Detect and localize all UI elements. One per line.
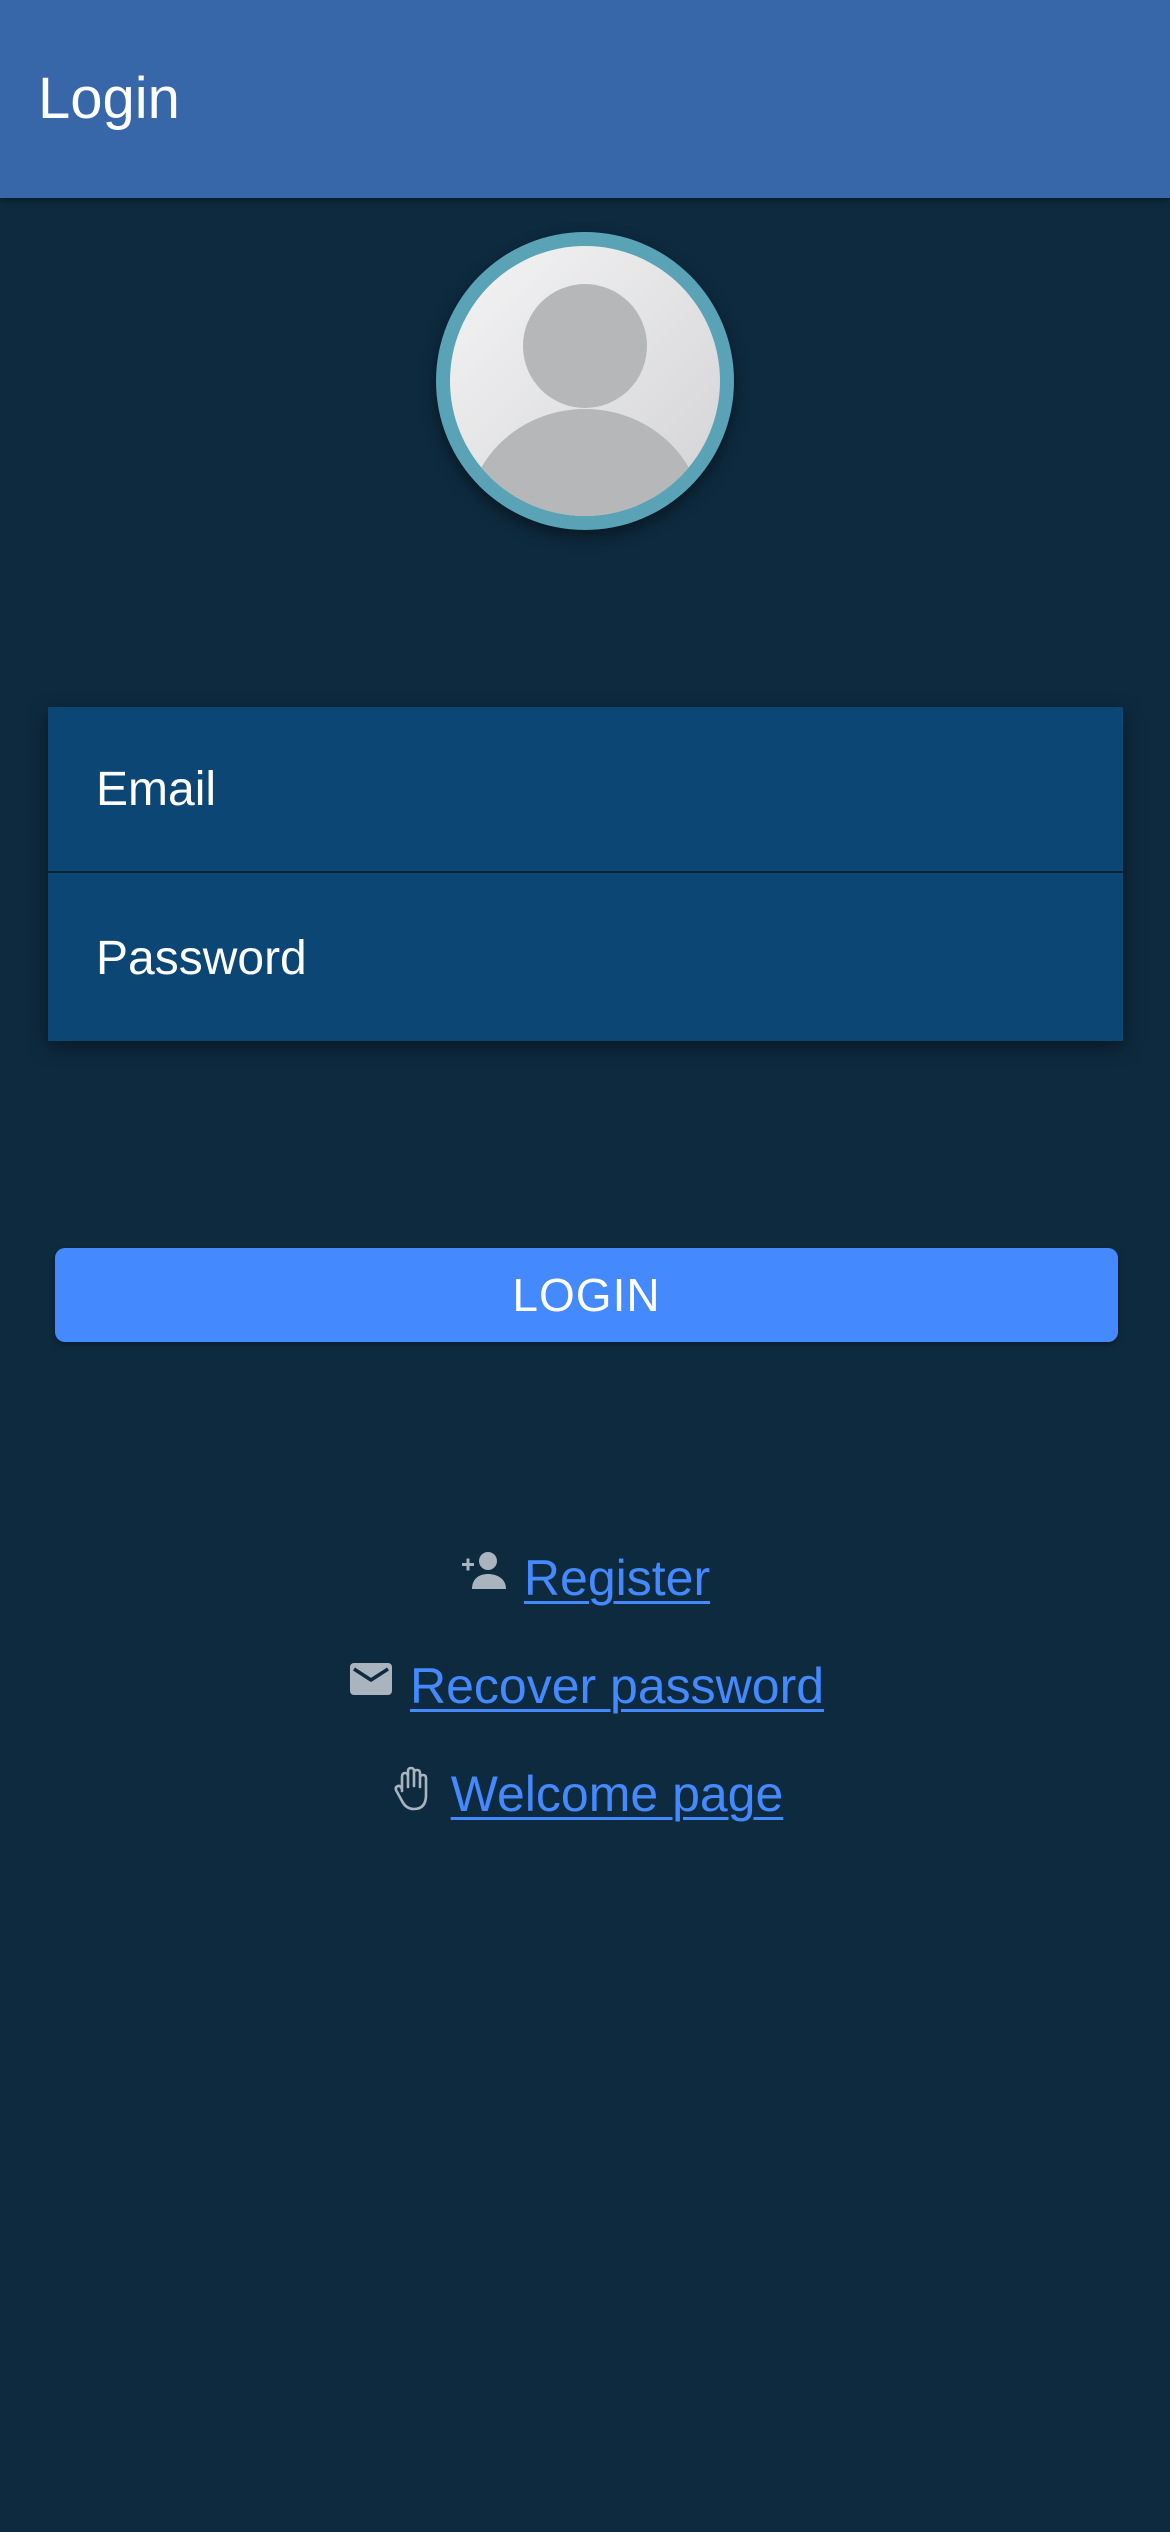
welcome-link-row: Welcome page	[0, 1756, 1170, 1832]
page-title: Login	[38, 66, 180, 131]
email-field-container	[48, 707, 1123, 873]
login-form	[48, 707, 1123, 1041]
app-bar: Login	[0, 0, 1170, 198]
recover-password-link[interactable]: Recover password	[346, 1657, 824, 1715]
recover-link-label: Recover password	[409, 1658, 825, 1714]
welcome-link-label: Welcome page	[450, 1766, 784, 1822]
password-field-container	[48, 875, 1123, 1041]
register-link-label: Register	[523, 1550, 711, 1606]
recover-link-row: Recover password	[0, 1648, 1170, 1724]
login-screen: Login LOGIN	[0, 0, 1170, 2532]
welcome-page-link[interactable]: Welcome page	[387, 1763, 784, 1823]
login-button[interactable]: LOGIN	[55, 1248, 1118, 1342]
email-field[interactable]	[48, 707, 1123, 871]
register-link-row: Register	[0, 1540, 1170, 1616]
mail-icon	[346, 1655, 396, 1705]
password-field[interactable]	[48, 875, 1123, 1041]
user-avatar-icon	[436, 232, 734, 530]
hand-icon	[387, 1763, 437, 1813]
person-add-icon	[460, 1547, 510, 1597]
register-link[interactable]: Register	[460, 1549, 710, 1607]
